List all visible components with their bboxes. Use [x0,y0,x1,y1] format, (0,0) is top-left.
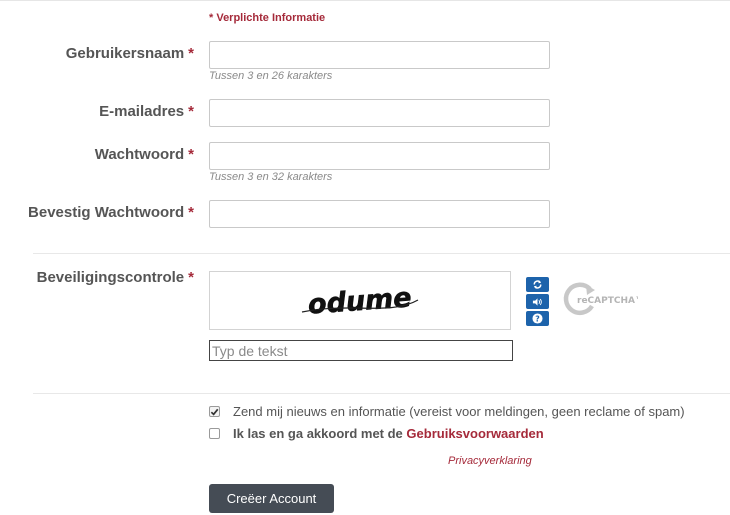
captcha-label-text: Beveiligingscontrole [36,269,185,286]
required-star: * [188,103,194,120]
password-input[interactable] [209,142,550,170]
section-divider [33,393,730,394]
svg-text:?: ? [535,314,540,323]
newsletter-checkbox[interactable] [209,406,220,417]
captcha-challenge-text: odume [307,282,412,320]
terms-checkbox[interactable] [209,428,220,439]
email-input[interactable] [209,99,550,127]
captcha-audio-button[interactable] [526,294,549,309]
password-hint: Tussen 3 en 32 karakters [209,171,333,183]
refresh-icon [533,280,542,289]
username-hint: Tussen 3 en 26 karakters [209,70,333,82]
newsletter-label: Zend mij nieuws en informatie (vereist v… [233,404,685,419]
username-input[interactable] [209,41,550,69]
username-label-text: Gebruikersnaam [65,45,185,62]
captcha-help-button[interactable]: ? [526,311,549,326]
email-label-text: E-mailadres [99,103,185,120]
privacy-link[interactable]: Privacyverklaring [448,455,532,467]
newsletter-option[interactable]: Zend mij nieuws en informatie (vereist v… [209,404,685,419]
top-divider [0,0,730,1]
section-divider [33,253,730,254]
captcha-image: odume [209,271,511,330]
terms-option[interactable]: Ik las en ga akkoord met de Gebruiksvoor… [209,426,544,441]
required-star: * [188,204,194,221]
terms-label-text: Ik las en ga akkoord met de [233,426,403,441]
password-label: Wachtwoord * [95,146,194,163]
captcha-input[interactable] [209,340,513,361]
recaptcha-logo-text: reCAPTCHA™ [577,296,638,306]
help-icon: ? [532,313,543,324]
terms-link[interactable]: Gebruiksvoorwaarden [406,426,543,441]
audio-icon [532,297,542,306]
username-label: Gebruikersnaam * [66,45,194,62]
captcha-label: Beveiligingscontrole * [37,269,194,286]
required-star: * [188,269,194,286]
recaptcha-logo: reCAPTCHA™ [562,280,644,325]
captcha-refresh-button[interactable] [526,277,549,292]
required-info-note: * Verplichte Informatie [209,12,326,24]
email-label: E-mailadres * [99,103,194,120]
confirm-password-label: Bevestig Wachtwoord * [28,204,194,221]
terms-label: Ik las en ga akkoord met de Gebruiksvoor… [233,426,544,441]
required-star: * [188,146,194,163]
confirm-password-label-text: Bevestig Wachtwoord [28,204,185,221]
confirm-password-input[interactable] [209,200,550,228]
password-label-text: Wachtwoord [94,146,185,163]
create-account-button[interactable]: Creëer Account [209,484,334,513]
required-star: * [188,45,194,62]
checkmark-icon [210,408,219,416]
